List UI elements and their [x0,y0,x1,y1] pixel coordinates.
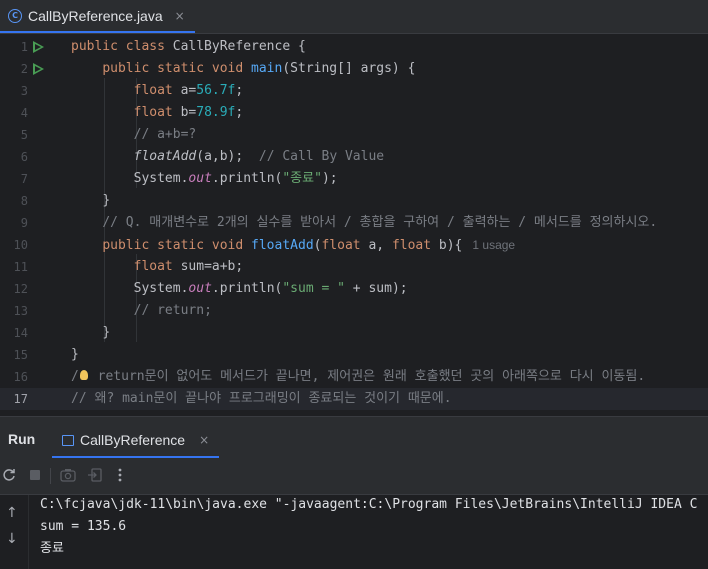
close-icon[interactable]: × [175,9,185,23]
code-editor[interactable]: 1 public class CallByReference { 2 publi… [0,34,708,416]
console-side-toolbar: ↑ ↓ [0,495,29,569]
code-line-15[interactable]: 15 } [0,344,708,366]
run-toolbar [0,458,708,495]
console-line: sum = 135.6 [40,519,127,534]
run-panel-header: Run CallByReference × [0,422,708,458]
line-number: 11 [13,260,28,274]
code-line-8[interactable]: 8 } [0,190,708,212]
line-number: 8 [20,194,28,208]
line-number: 16 [13,370,28,384]
line-number: 14 [13,326,28,340]
line-number: 17 [13,392,28,406]
line-number: 5 [20,128,28,142]
camera-icon[interactable] [59,466,77,484]
usage-hint[interactable]: 1 usage [472,238,515,252]
line-number: 4 [20,106,28,120]
run-panel-title: Run [8,431,36,447]
code-line-9[interactable]: 9 // Q. 매개변수로 2개의 실수를 받아서 / 총합을 구하여 / 출력… [0,212,708,234]
run-gutter-icon[interactable] [33,41,44,53]
code-line-3[interactable]: 3 float a=56.7f; [0,80,708,102]
code-line-17[interactable]: 17 // 왜? main문이 끝나야 프로그래밍이 종료되는 것이기 때문에. [0,388,708,410]
code-line-7[interactable]: 7 System.out.println("종료"); [0,168,708,190]
line-number: 15 [13,348,28,362]
more-icon[interactable] [111,466,129,484]
run-config-icon [62,434,74,446]
line-number: 3 [20,84,28,98]
console-line: 종료 [40,541,64,556]
run-gutter-icon[interactable] [33,63,44,75]
editor-tab-label: CallByReference.java [28,7,163,24]
code-line-16[interactable]: 16 / return문이 없어도 메서드가 끝나면, 제어권은 원래 호출했던… [0,366,708,388]
rerun-icon[interactable] [0,466,18,484]
code-line-2[interactable]: 2 public static void main(String[] args)… [0,58,708,80]
console-output[interactable]: ↑ ↓ C:\fcjava\jdk-11\bin\java.exe "-java… [0,495,708,569]
exit-icon[interactable] [86,466,104,484]
line-number: 6 [20,150,28,164]
line-number: 2 [20,62,28,76]
line-number: 1 [20,40,28,54]
code-line-13[interactable]: 13 // return; [0,300,708,322]
arrow-up-icon[interactable]: ↑ [6,505,18,521]
code-line-14[interactable]: 14 } [0,322,708,344]
code-line-1[interactable]: 1 public class CallByReference { [0,36,708,58]
run-tab-label: CallByReference [80,432,186,448]
line-number: 13 [13,304,28,318]
code-line-5[interactable]: 5 // a+b=? [0,124,708,146]
code-line-4[interactable]: 4 float b=78.9f; [0,102,708,124]
lightbulb-icon[interactable] [79,369,88,380]
code-line-6[interactable]: 6 floatAdd(a,b); // Call By Value [0,146,708,168]
arrow-down-icon[interactable]: ↓ [6,531,18,547]
close-icon[interactable]: × [199,433,209,447]
code-line-11[interactable]: 11 float sum=a+b; [0,256,708,278]
console-line: C:\fcjava\jdk-11\bin\java.exe "-javaagen… [40,497,698,512]
editor-tab-callbyreference[interactable]: C CallByReference.java × [0,0,195,33]
code-line-12[interactable]: 12 System.out.println("sum = " + sum); [0,278,708,300]
java-class-icon: C [8,8,22,23]
toolbar-separator [50,468,51,484]
line-number: 10 [13,238,28,252]
code-line-10[interactable]: 10 public static void floatAdd(float a, … [0,234,708,256]
line-number: 7 [20,172,28,186]
run-tab-callbyreference[interactable]: CallByReference × [52,424,220,458]
editor-tab-bar: C CallByReference.java × [0,0,708,34]
stop-icon[interactable] [26,466,44,484]
line-number: 9 [20,216,28,230]
line-number: 12 [13,282,28,296]
